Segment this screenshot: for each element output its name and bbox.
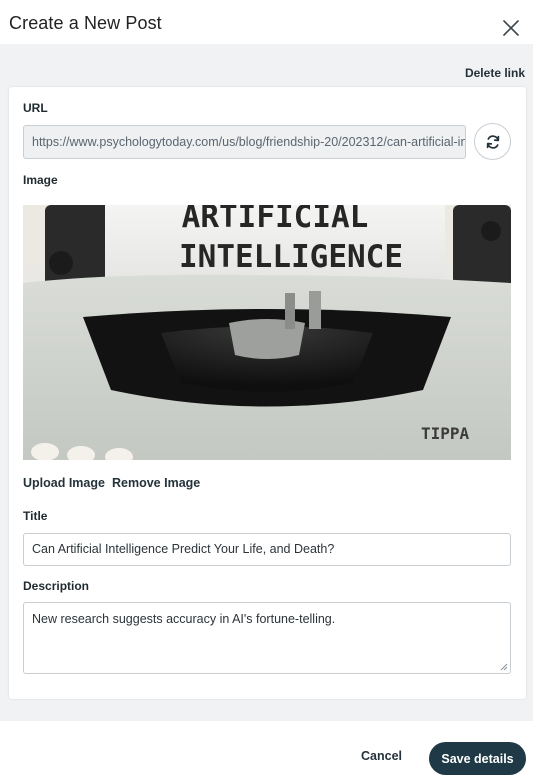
modal-title: Create a New Post xyxy=(9,13,162,33)
description-textarea[interactable]: New research suggests accuracy in AI's f… xyxy=(23,602,511,674)
cancel-button[interactable]: Cancel xyxy=(361,749,402,763)
description-label: Description xyxy=(23,579,90,593)
paper-text-line1: ARTIFICIAL xyxy=(182,205,369,235)
refresh-url-button[interactable] xyxy=(474,123,511,160)
modal-header: Create a New Post xyxy=(0,0,533,44)
url-input[interactable]: https://www.psychologytoday.com/us/blog/… xyxy=(23,125,466,159)
title-input[interactable]: Can Artificial Intelligence Predict Your… xyxy=(23,533,511,566)
close-button[interactable] xyxy=(500,17,522,39)
modal-body: Delete link URL https://www.psychologyto… xyxy=(0,44,533,721)
delete-link-button[interactable]: Delete link xyxy=(465,66,525,80)
post-image: ARTIFICIAL INTELLIGENCE TIPPA xyxy=(23,205,511,460)
remove-image-button[interactable]: Remove Image xyxy=(112,476,200,490)
save-details-button[interactable]: Save details xyxy=(429,742,526,775)
description-text: New research suggests accuracy in AI's f… xyxy=(32,612,336,626)
post-form-card: URL https://www.psychologytoday.com/us/b… xyxy=(9,87,526,699)
title-label: Title xyxy=(23,509,48,523)
typewriter-image: ARTIFICIAL INTELLIGENCE TIPPA xyxy=(23,205,511,460)
typewriter-brand-text: TIPPA xyxy=(421,424,470,443)
upload-image-button[interactable]: Upload Image xyxy=(23,476,105,490)
url-label: URL xyxy=(23,101,48,115)
modal-footer: Cancel Save details xyxy=(0,721,533,783)
refresh-icon xyxy=(486,134,499,149)
image-label: Image xyxy=(23,173,58,187)
resize-handle-icon[interactable] xyxy=(500,663,508,671)
close-icon xyxy=(503,20,519,36)
paper-text-line2: INTELLIGENCE xyxy=(179,239,403,275)
